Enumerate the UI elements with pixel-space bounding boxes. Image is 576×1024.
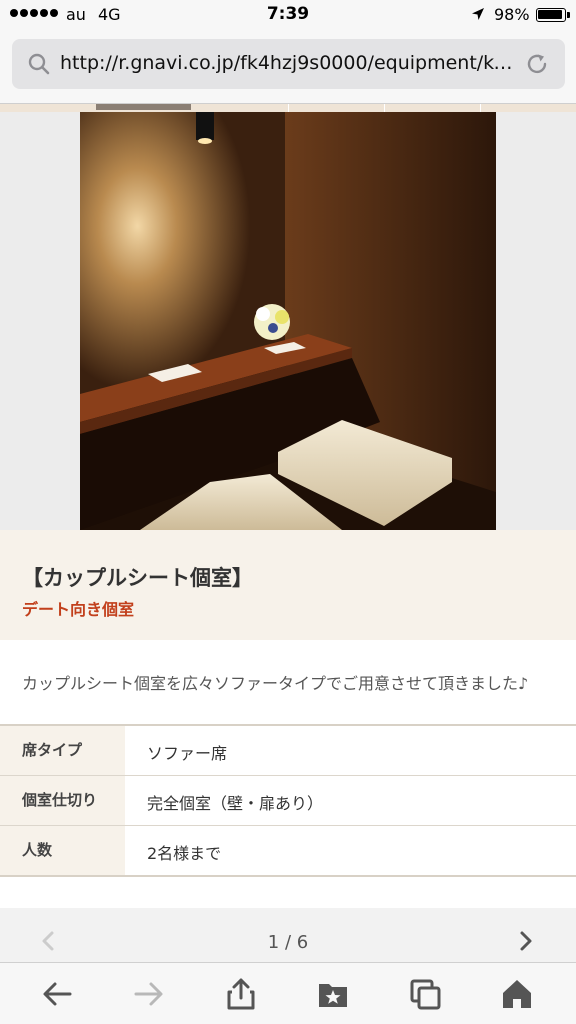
room-spec-table: 席タイプ ソファー席 個室仕切り 完全個室（壁・扉あり） 人数 2名様まで [0,724,576,877]
spec-label: 個室仕切り [0,776,125,825]
location-arrow-icon [472,8,484,20]
spec-label: 席タイプ [0,726,125,775]
spec-value: 2名様まで [125,826,576,875]
room-photo-illustration [80,112,496,530]
room-photo[interactable] [80,112,496,530]
tab-separator [288,104,289,112]
tab-separator [384,104,385,112]
tabs-icon[interactable] [408,977,442,1011]
status-bar: au 4G 7:39 98% [0,0,576,30]
spec-row-capacity: 人数 2名様まで [0,826,576,877]
spec-value: ソファー席 [125,726,576,775]
photo-pager: 1 / 6 [0,908,576,962]
photo-area [0,112,576,530]
chevron-right-icon[interactable] [516,930,536,952]
spec-value: 完全個室（壁・扉あり） [125,776,576,825]
battery-tip [567,12,570,18]
home-icon[interactable] [500,977,534,1011]
battery-percent: 98% [494,5,530,24]
browser-toolbar [0,962,576,1024]
bookmarks-icon[interactable] [316,977,350,1011]
photo-tab-strip [0,104,576,112]
spec-row-seat-type: 席タイプ ソファー席 [0,726,576,776]
spec-label: 人数 [0,826,125,875]
battery-icon [536,8,566,22]
clock: 7:39 [266,4,310,24]
reload-icon[interactable] [524,51,550,77]
tab-separator [480,104,481,112]
room-subtitle: デート向き個室 [22,600,135,619]
search-icon [28,53,50,75]
url-text[interactable]: http://r.gnavi.co.jp/fk4hzj9s0000/equipm… [60,52,522,74]
forward-arrow-icon[interactable] [132,977,166,1011]
browser-address-area: http://r.gnavi.co.jp/fk4hzj9s0000/equipm… [0,30,576,104]
share-icon[interactable] [224,977,258,1011]
room-title-block: 【カップルシート個室】 デート向き個室 [0,530,576,640]
page-counter: 1 / 6 [267,932,309,953]
url-bar[interactable]: http://r.gnavi.co.jp/fk4hzj9s0000/equipm… [12,39,565,89]
room-description: カップルシート個室を広々ソファータイプでご用意させて頂きました♪ [22,674,529,693]
back-arrow-icon[interactable] [40,977,74,1011]
spec-row-partition: 個室仕切り 完全個室（壁・扉あり） [0,776,576,826]
room-title: 【カップルシート個室】 [22,566,253,590]
active-tab-indicator [96,104,191,110]
